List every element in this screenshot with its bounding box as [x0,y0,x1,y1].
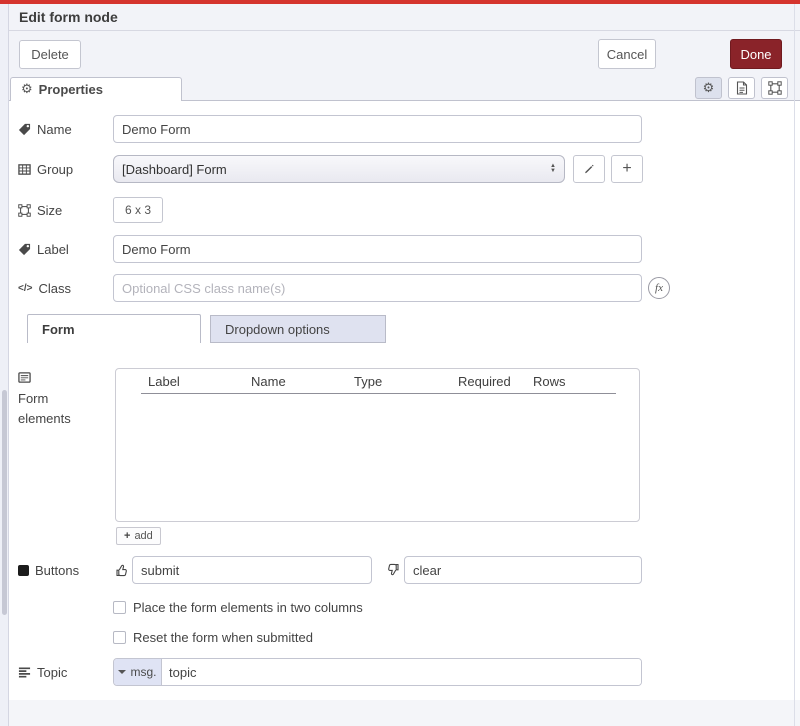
form-subtabs: Form Dropdown options [9,314,800,343]
size-button[interactable]: 6 x 3 [113,197,163,223]
list-box-icon [18,371,31,384]
reset-form-checkbox-label: Reset the form when submitted [133,630,313,645]
column-header-type: Type [354,374,382,389]
tab-properties-label: Properties [39,82,103,97]
appearance-icon-button[interactable] [761,77,788,99]
group-selected-value: [Dashboard] Form [122,162,550,177]
thumbs-down-icon [386,563,400,577]
tag-icon [18,123,31,136]
table-icon [18,163,31,176]
scrollbar-thumb[interactable] [2,390,7,615]
properties-icon-button[interactable]: ⚙ [695,77,722,99]
label-label: Label [18,242,113,257]
tab-dropdown-options[interactable]: Dropdown options [210,315,386,343]
plus-icon: + [124,530,130,542]
reset-form-checkbox[interactable] [113,631,126,644]
thumbs-up-icon [115,563,129,577]
topic-typed-input: msg. [113,658,642,686]
topic-type-select[interactable]: msg. [114,659,162,685]
done-button[interactable]: Done [730,39,782,69]
column-header-rows: Rows [533,374,566,389]
name-label: Name [18,122,113,137]
bars-icon [18,666,31,679]
document-icon [736,81,748,95]
topic-input[interactable] [162,659,641,685]
tray-resize-strip[interactable] [0,4,9,726]
class-input[interactable] [113,274,642,302]
name-row: Name [9,115,800,143]
submit-button-text-input[interactable] [132,556,372,584]
group-select[interactable]: [Dashboard] Form ▲▼ [113,155,565,183]
size-label: Size [18,203,113,218]
column-header-label: Label [148,374,180,389]
two-columns-checkbox[interactable] [113,601,126,614]
clear-button-text-input[interactable] [404,556,642,584]
add-group-button[interactable]: + [611,155,643,183]
topic-label: Topic [18,665,113,680]
dialog-toolbar: Delete Cancel Done [9,31,800,76]
group-label: Group [18,162,113,177]
pencil-icon [583,163,595,175]
button-node-icon [18,565,29,576]
gear-icon: ⚙ [703,82,715,95]
tabbar-icon-buttons: ⚙ [695,77,788,99]
dialog-header: Edit form node [9,4,800,31]
delete-button[interactable]: Delete [19,40,81,69]
size-row: Size 6 x 3 [9,196,800,224]
expression-fx-button[interactable]: fx [648,277,670,299]
topic-type-label: msg. [130,665,156,679]
class-label: </> Class [18,281,113,296]
topic-row: Topic msg. [9,658,800,686]
tray-footer [9,700,800,726]
buttons-label: Buttons [18,563,113,578]
description-icon-button[interactable] [728,77,755,99]
add-element-button[interactable]: + add [116,527,161,545]
select-stepper-icon: ▲▼ [550,164,556,174]
tag-icon [18,243,31,256]
two-columns-checkbox-label: Place the form elements in two columns [133,600,363,615]
plus-icon: + [622,160,631,178]
tray-right-edge [794,4,795,726]
label-input[interactable] [113,235,642,263]
gear-icon: ⚙ [21,83,33,96]
editor-tabbar: ⚙ Properties ⚙ [9,76,800,101]
form-elements-label: Form elements [18,367,88,429]
group-row: Group [Dashboard] Form ▲▼ + [9,155,800,183]
buttons-row: Buttons [9,556,800,584]
size-icon [18,204,31,217]
column-header-required: Required [458,374,511,389]
two-columns-checkbox-row: Place the form elements in two columns [9,593,800,621]
reset-form-checkbox-row: Reset the form when submitted [9,623,800,651]
chevron-down-icon [118,670,126,674]
class-row: </> Class fx [9,274,800,302]
tab-properties[interactable]: ⚙ Properties [10,77,182,101]
appearance-icon [768,81,782,95]
add-element-label: add [134,530,152,542]
tab-form[interactable]: Form [27,314,201,343]
properties-panel: Name Group [Dashboard] Form ▲▼ + Size 6 … [9,101,800,700]
form-elements-table[interactable]: Label Name Type Required Rows [115,368,640,522]
dialog-title: Edit form node [19,9,118,25]
column-header-name: Name [251,374,286,389]
name-input[interactable] [113,115,642,143]
label-row: Label [9,235,800,263]
form-elements-table-header: Label Name Type Required Rows [141,369,616,394]
cancel-button[interactable]: Cancel [598,39,656,69]
code-icon: </> [18,283,32,294]
edit-group-button[interactable] [573,155,605,183]
